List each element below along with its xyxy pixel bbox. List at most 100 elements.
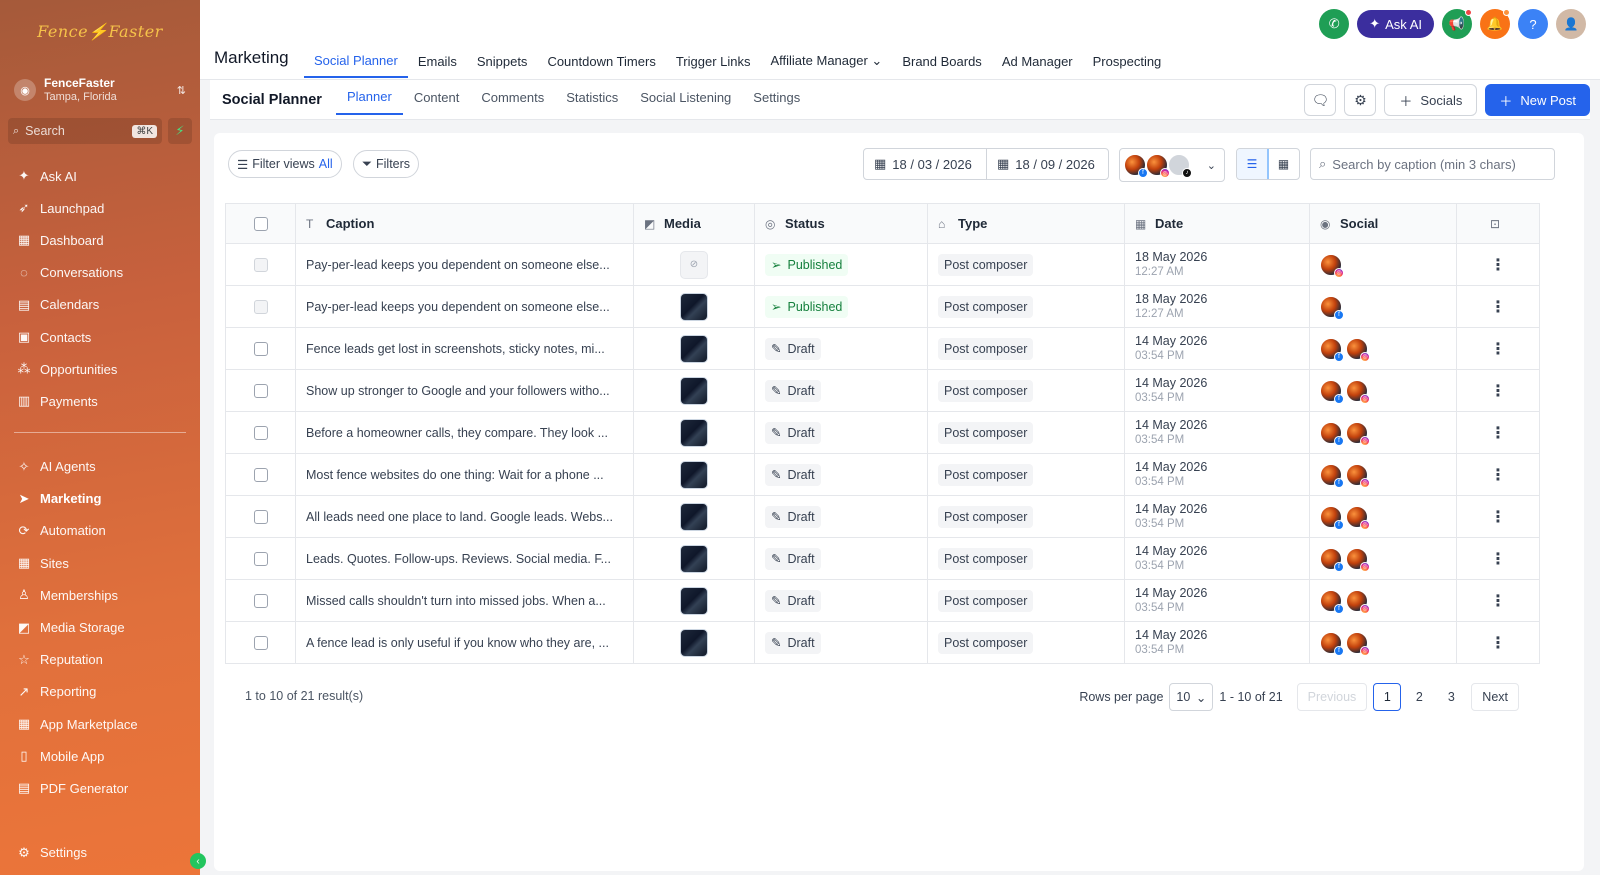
tab-social-planner[interactable]: Social Planner xyxy=(304,44,408,78)
sidebar-item-ai-agents[interactable]: ✧ AI Agents xyxy=(0,451,200,483)
caption-search[interactable]: ⌕ xyxy=(1310,148,1555,180)
row-actions-icon[interactable]: ⋮ xyxy=(1456,285,1540,328)
sidebar-item-ask-ai[interactable]: ✦ Ask AI xyxy=(0,160,200,192)
row-checkbox[interactable] xyxy=(253,509,268,524)
row-checkbox[interactable] xyxy=(253,467,268,482)
brand-logo[interactable]: Fence⚡Faster xyxy=(0,0,200,62)
rows-per-page-select[interactable]: 10 ⌄ xyxy=(1169,683,1214,711)
new-post-button[interactable]: ＋ New Post xyxy=(1485,84,1590,116)
table-row[interactable]: A fence lead is only useful if you know … xyxy=(225,621,1540,664)
account-switcher[interactable]: ◉ FenceFaster Tampa, Florida ⇅ xyxy=(10,68,190,112)
tab-statistics[interactable]: Statistics xyxy=(555,80,629,115)
previous-button[interactable]: Previous xyxy=(1296,683,1368,711)
media-header[interactable]: ◩ Media xyxy=(633,203,755,244)
media-thumbnail[interactable] xyxy=(680,460,708,489)
page-button[interactable]: 2 xyxy=(1405,683,1433,711)
tab-settings[interactable]: Settings xyxy=(742,80,811,115)
row-actions-icon[interactable]: ⋮ xyxy=(1456,621,1540,664)
date-from-field[interactable]: ▦ 18 / 03 / 2026 xyxy=(864,149,986,179)
caption-search-input[interactable] xyxy=(1332,156,1546,172)
sidebar-item-calendars[interactable]: ▤ Calendars xyxy=(0,289,200,321)
caption-cell[interactable]: Pay-per-lead keeps you dependent on some… xyxy=(295,243,634,286)
page-button[interactable]: 3 xyxy=(1437,683,1465,711)
sidebar-item-reporting[interactable]: ↗ Reporting xyxy=(0,676,200,708)
row-checkbox[interactable] xyxy=(253,383,268,398)
column-settings-icon[interactable]: ⊡ xyxy=(1488,217,1502,231)
list-view-icon[interactable]: ☰ xyxy=(1237,149,1269,179)
bell-icon[interactable]: 🔔 xyxy=(1480,9,1510,39)
table-row[interactable]: All leads need one place to land. Google… xyxy=(225,495,1540,538)
row-actions-icon[interactable]: ⋮ xyxy=(1456,369,1540,412)
sidebar-item-mobile-app[interactable]: ▯ Mobile App xyxy=(0,740,200,772)
tab-ad-manager[interactable]: Ad Manager xyxy=(992,44,1083,78)
row-checkbox[interactable] xyxy=(253,341,268,356)
table-row[interactable]: Leads. Quotes. Follow-ups. Reviews. Soci… xyxy=(225,537,1540,580)
caption-cell[interactable]: Leads. Quotes. Follow-ups. Reviews. Soci… xyxy=(295,537,634,580)
type-header[interactable]: ⌂ Type xyxy=(927,203,1125,244)
media-placeholder-icon[interactable]: ⊘ xyxy=(680,250,708,279)
tab-snippets[interactable]: Snippets xyxy=(467,44,538,78)
table-row[interactable]: Most fence websites do one thing: Wait f… xyxy=(225,453,1540,496)
gear-icon[interactable]: ⚙ xyxy=(1344,84,1377,116)
table-row[interactable]: Missed calls shouldn't turn into missed … xyxy=(225,579,1540,622)
select-all-checkbox[interactable] xyxy=(253,217,268,232)
sidebar-item-sites[interactable]: ▦ Sites xyxy=(0,547,200,579)
sidebar-item-launchpad[interactable]: ➶ Launchpad xyxy=(0,192,200,224)
row-actions-icon[interactable]: ⋮ xyxy=(1456,453,1540,496)
quick-action-bolt-icon[interactable]: ⚡ xyxy=(168,118,192,144)
media-thumbnail[interactable] xyxy=(680,334,708,363)
row-actions-icon[interactable]: ⋮ xyxy=(1456,537,1540,580)
sidebar-item-settings[interactable]: ⚙ Settings xyxy=(0,837,200,869)
caption-cell[interactable]: Missed calls shouldn't turn into missed … xyxy=(295,579,634,622)
ask-ai-button[interactable]: ✦ Ask AI xyxy=(1357,10,1434,38)
caption-cell[interactable]: All leads need one place to land. Google… xyxy=(295,495,634,538)
social-header[interactable]: ◉ Social xyxy=(1309,203,1457,244)
media-thumbnail[interactable] xyxy=(680,418,708,447)
caption-header[interactable]: T Caption xyxy=(295,203,634,244)
row-actions-icon[interactable]: ⋮ xyxy=(1456,495,1540,538)
sidebar-search[interactable]: ⌕ Search ⌘K xyxy=(8,118,162,144)
sidebar-item-conversations[interactable]: ◌ Conversations xyxy=(0,257,200,289)
row-actions-icon[interactable]: ⋮ xyxy=(1456,243,1540,286)
caption-cell[interactable]: Pay-per-lead keeps you dependent on some… xyxy=(295,285,634,328)
user-avatar[interactable]: 👤 xyxy=(1556,9,1586,39)
help-icon[interactable]: ? xyxy=(1518,9,1548,39)
date-header[interactable]: ▦ Date xyxy=(1124,203,1310,244)
sidebar-item-dashboard[interactable]: ▦ Dashboard xyxy=(0,224,200,256)
tab-affiliate-manager[interactable]: Affiliate Manager ⌄ xyxy=(760,44,892,78)
tab-brand-boards[interactable]: Brand Boards xyxy=(892,44,992,78)
tab-comments[interactable]: Comments xyxy=(470,80,555,115)
media-thumbnail[interactable] xyxy=(680,292,708,321)
phone-icon[interactable]: ✆ xyxy=(1319,9,1350,39)
status-header[interactable]: ◎ Status xyxy=(754,203,928,244)
tab-trigger-links[interactable]: Trigger Links xyxy=(666,44,761,78)
media-thumbnail[interactable] xyxy=(680,376,708,405)
sidebar-item-automation[interactable]: ⟳ Automation xyxy=(0,515,200,547)
collapse-sidebar-icon[interactable]: ‹ xyxy=(190,853,206,869)
next-button[interactable]: Next xyxy=(1471,683,1519,711)
row-checkbox[interactable] xyxy=(253,299,268,314)
caption-cell[interactable]: A fence lead is only useful if you know … xyxy=(295,621,634,664)
table-row[interactable]: Show up stronger to Google and your foll… xyxy=(225,369,1540,412)
table-row[interactable]: Fence leads get lost in screenshots, sti… xyxy=(225,327,1540,370)
row-actions-icon[interactable]: ⋮ xyxy=(1456,411,1540,454)
sidebar-item-opportunities[interactable]: ⁂ Opportunities xyxy=(0,353,200,385)
media-thumbnail[interactable] xyxy=(680,628,708,657)
page-button[interactable]: 1 xyxy=(1373,683,1402,711)
table-row[interactable]: Before a homeowner calls, they compare. … xyxy=(225,411,1540,454)
megaphone-icon[interactable]: 📢 xyxy=(1442,9,1472,39)
sidebar-item-media-storage[interactable]: ◩ Media Storage xyxy=(0,611,200,643)
sidebar-item-memberships[interactable]: ♙ Memberships xyxy=(0,579,200,611)
row-actions-icon[interactable]: ⋮ xyxy=(1456,327,1540,370)
sidebar-item-pdf-generator[interactable]: ▤ PDF Generator xyxy=(0,772,200,804)
sidebar-item-payments[interactable]: ▥ Payments xyxy=(0,385,200,417)
date-to-field[interactable]: ▦ 18 / 09 / 2026 xyxy=(986,149,1108,179)
table-row[interactable]: Pay-per-lead keeps you dependent on some… xyxy=(225,243,1540,286)
feedback-icon[interactable]: 🗨 xyxy=(1304,84,1337,116)
tab-planner[interactable]: Planner xyxy=(336,80,403,115)
table-row[interactable]: Pay-per-lead keeps you dependent on some… xyxy=(225,285,1540,328)
media-thumbnail[interactable] xyxy=(680,502,708,531)
caption-cell[interactable]: Most fence websites do one thing: Wait f… xyxy=(295,453,634,496)
caption-cell[interactable]: Before a homeowner calls, they compare. … xyxy=(295,411,634,454)
socials-button[interactable]: ＋ Socials xyxy=(1384,84,1478,116)
